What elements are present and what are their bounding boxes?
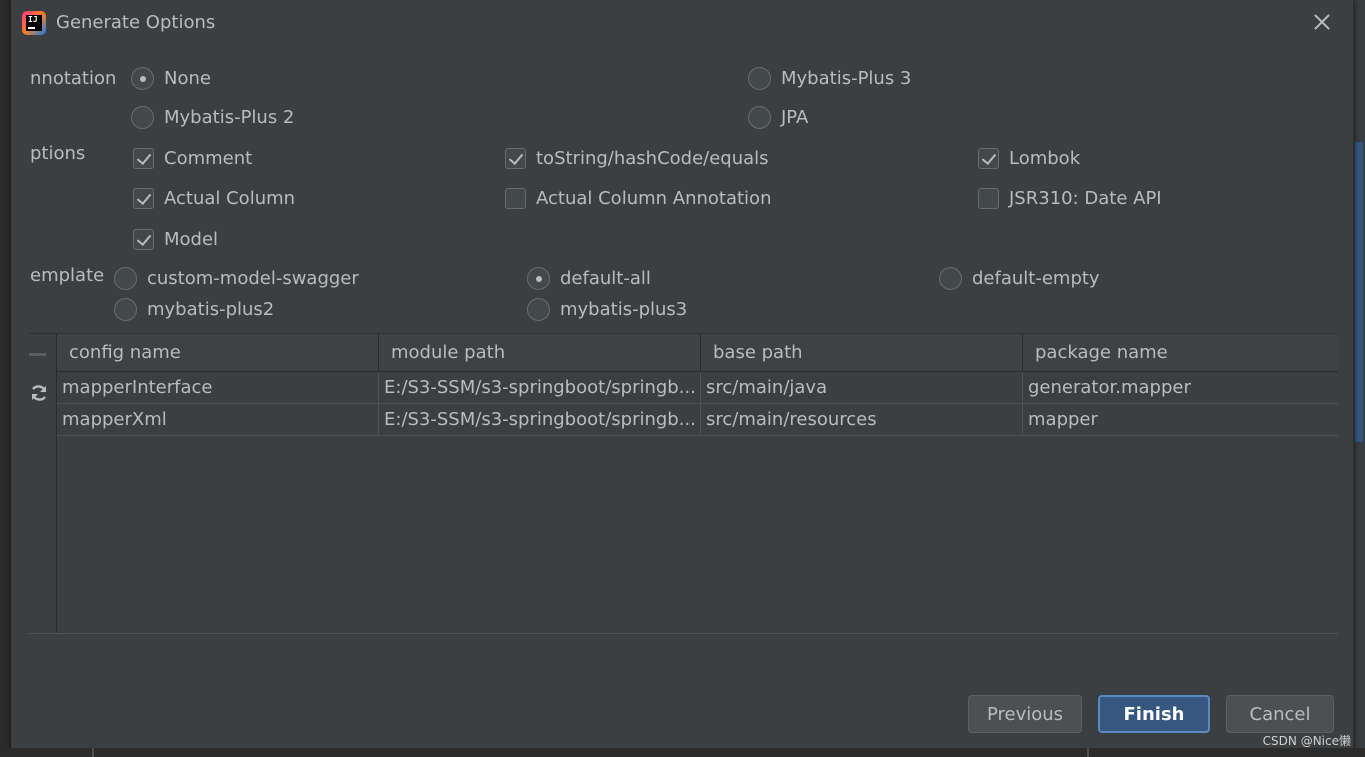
option-model[interactable]: Model	[133, 227, 218, 251]
generate-options-dialog: IJ Generate Options nnotation None Mybat…	[11, 0, 1354, 748]
annotation-option-mybatis-plus-3[interactable]: Mybatis-Plus 3	[748, 66, 911, 90]
radio-icon	[939, 266, 962, 290]
option-tostring-hashcode-equals[interactable]: toString/hashCode/equals	[505, 146, 769, 170]
table-row[interactable]: mapperXml E:/S3-SSM/s3-springboot/spring…	[57, 404, 1338, 436]
template-option-default-empty[interactable]: default-empty	[939, 266, 1100, 290]
option-actual-column-annotation[interactable]: Actual Column Annotation	[505, 186, 771, 210]
template-option-mybatis-plus2[interactable]: mybatis-plus2	[114, 297, 274, 321]
annotation-option-jpa[interactable]: JPA	[748, 105, 808, 129]
cell-base-path[interactable]: src/main/java	[701, 372, 1023, 403]
column-header-module-path[interactable]: module path	[379, 334, 701, 371]
ide-editor-edge	[1353, 0, 1365, 757]
config-table-panel: config name module path base path packag…	[29, 333, 1338, 634]
refresh-icon[interactable]	[29, 383, 49, 403]
ide-scroll-highlight	[1355, 142, 1363, 442]
remove-row-icon[interactable]	[29, 353, 46, 356]
finish-button[interactable]: Finish	[1098, 695, 1210, 733]
cell-base-path[interactable]: src/main/resources	[701, 404, 1023, 435]
checkbox-icon	[133, 147, 154, 169]
dialog-titlebar: IJ Generate Options	[11, 0, 1353, 46]
option-lombok[interactable]: Lombok	[978, 146, 1080, 170]
annotation-option-mybatis-plus-2[interactable]: Mybatis-Plus 2	[131, 105, 294, 129]
cell-module-path[interactable]: E:/S3-SSM/s3-springboot/springb...	[379, 404, 701, 435]
template-option-default-all[interactable]: default-all	[527, 266, 651, 290]
checkbox-icon	[505, 147, 526, 169]
annotation-label: nnotation	[30, 68, 117, 89]
checkbox-icon	[505, 187, 526, 209]
table-toolbar	[29, 334, 57, 633]
radio-icon	[748, 105, 771, 129]
cell-package-name[interactable]: generator.mapper	[1023, 372, 1338, 403]
dialog-title: Generate Options	[56, 12, 216, 33]
cell-module-path[interactable]: E:/S3-SSM/s3-springboot/springb...	[379, 372, 701, 403]
checkbox-icon	[978, 147, 999, 169]
close-icon[interactable]	[1311, 11, 1333, 33]
radio-icon	[114, 297, 137, 321]
previous-button[interactable]: Previous	[968, 695, 1082, 733]
template-label: emplate	[30, 265, 105, 286]
cancel-button[interactable]: Cancel	[1226, 695, 1334, 733]
radio-icon	[114, 266, 137, 290]
annotation-option-none[interactable]: None	[131, 66, 211, 90]
option-jsr310-date-api[interactable]: JSR310: Date API	[978, 186, 1162, 210]
options-label: ptions	[30, 143, 86, 164]
checkbox-icon	[978, 187, 999, 209]
radio-icon	[748, 66, 771, 90]
cell-config-name[interactable]: mapperInterface	[57, 372, 379, 403]
radio-icon	[527, 297, 550, 321]
config-table: config name module path base path packag…	[57, 334, 1338, 436]
option-comment[interactable]: Comment	[133, 146, 252, 170]
radio-icon	[131, 105, 154, 129]
cell-package-name[interactable]: mapper	[1023, 404, 1338, 435]
column-header-config-name[interactable]: config name	[57, 334, 379, 371]
checkbox-icon	[133, 187, 154, 209]
column-header-base-path[interactable]: base path	[701, 334, 1023, 371]
radio-icon	[527, 266, 550, 290]
cell-config-name[interactable]: mapperXml	[57, 404, 379, 435]
watermark: CSDN @Nice懒	[1262, 734, 1351, 748]
template-option-custom-model-swagger[interactable]: custom-model-swagger	[114, 266, 359, 290]
ide-bottom-edge	[0, 748, 1365, 757]
intellij-app-icon: IJ	[22, 11, 46, 35]
template-option-mybatis-plus3[interactable]: mybatis-plus3	[527, 297, 687, 321]
column-header-package-name[interactable]: package name	[1023, 334, 1338, 371]
option-actual-column[interactable]: Actual Column	[133, 186, 295, 210]
radio-icon	[131, 66, 154, 90]
table-header: config name module path base path packag…	[57, 334, 1338, 372]
checkbox-icon	[133, 228, 154, 250]
table-row[interactable]: mapperInterface E:/S3-SSM/s3-springboot/…	[57, 372, 1338, 404]
